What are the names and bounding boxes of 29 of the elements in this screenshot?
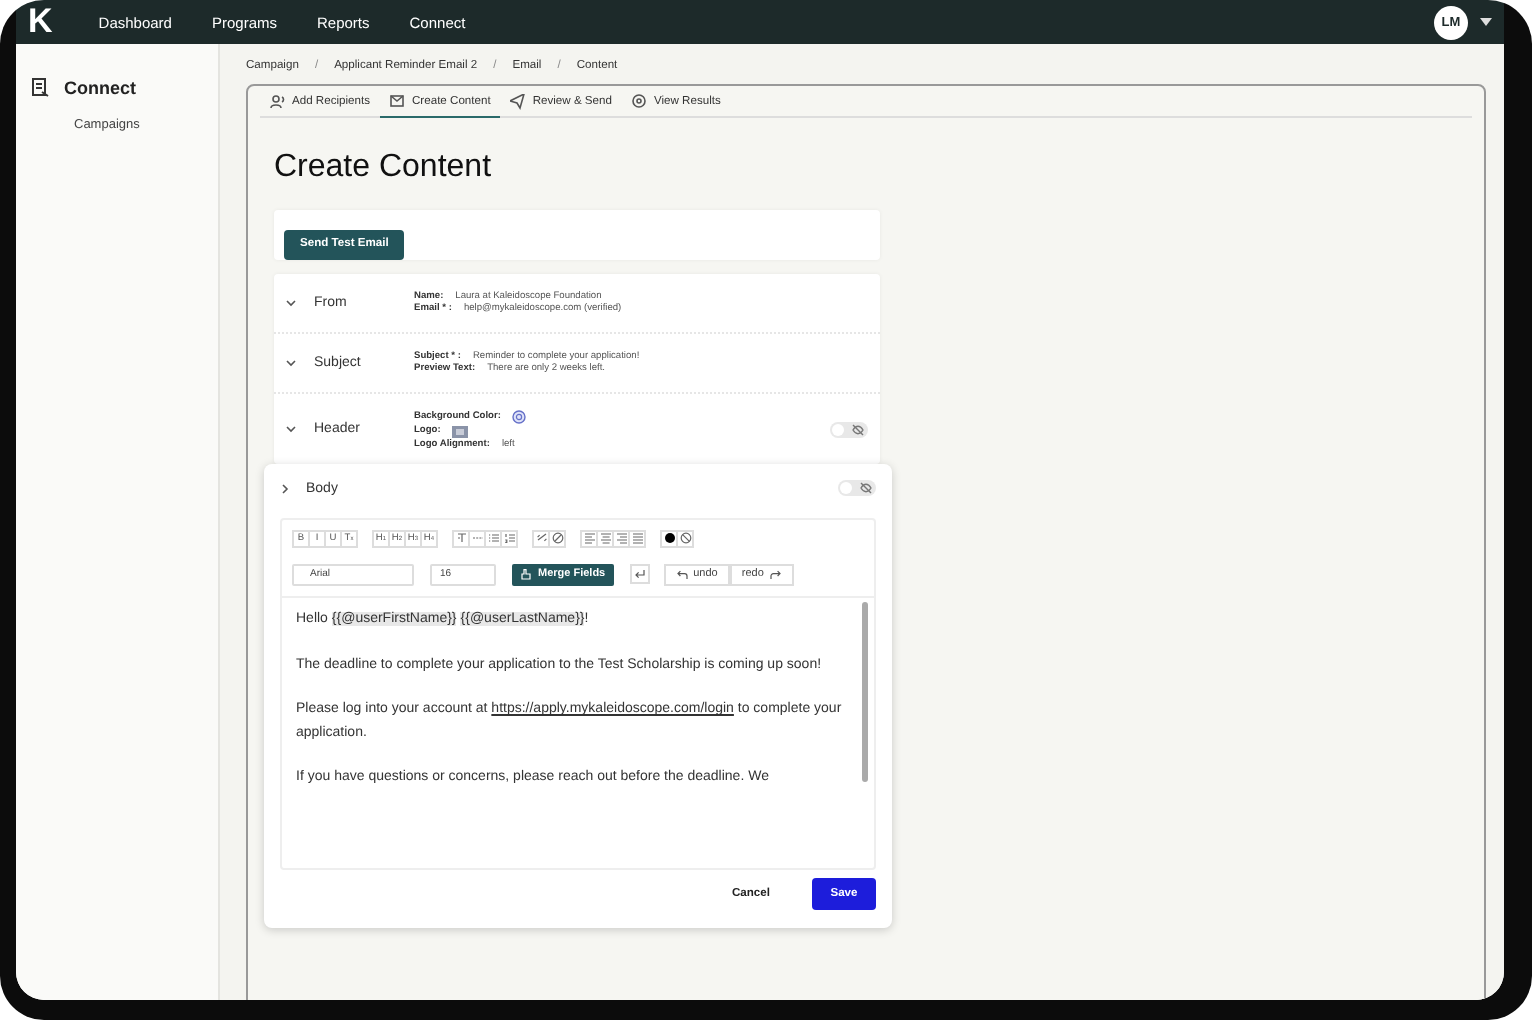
- unlink-icon[interactable]: [548, 529, 566, 547]
- undo-icon: [675, 569, 688, 579]
- circle-icon: [631, 93, 648, 109]
- text-color-icon[interactable]: [660, 529, 678, 547]
- sidebar-title: Connect: [64, 78, 136, 98]
- page-title: Create Content: [274, 150, 494, 188]
- chevron-down-icon[interactable]: [286, 358, 296, 368]
- people-icon: [270, 93, 286, 109]
- chevron-right-icon[interactable]: [280, 483, 290, 493]
- paper-plane-icon: [510, 93, 527, 109]
- redo-icon: [769, 569, 782, 579]
- scrollbar[interactable]: [862, 602, 868, 782]
- document-icon: [32, 78, 50, 98]
- clear-color-icon[interactable]: [676, 529, 694, 547]
- toggle-switch[interactable]: [830, 421, 868, 437]
- logo-thumbnail-icon: [452, 425, 469, 437]
- chevron-down-icon[interactable]: [286, 424, 296, 434]
- paragraph-icon[interactable]: [452, 529, 470, 547]
- numbered-list-icon[interactable]: [500, 529, 518, 547]
- envelope-icon: [390, 93, 406, 109]
- toggle-switch[interactable]: [838, 480, 876, 496]
- color-swatch-icon: [512, 409, 527, 423]
- return-arrow-icon: [633, 568, 646, 580]
- logo[interactable]: K: [28, 2, 53, 42]
- chevron-down-icon[interactable]: [286, 298, 296, 308]
- eye-off-icon: [860, 482, 872, 494]
- caret-icon: [1480, 18, 1492, 26]
- line-break-button[interactable]: [629, 564, 650, 584]
- eye-off-icon: [852, 423, 864, 435]
